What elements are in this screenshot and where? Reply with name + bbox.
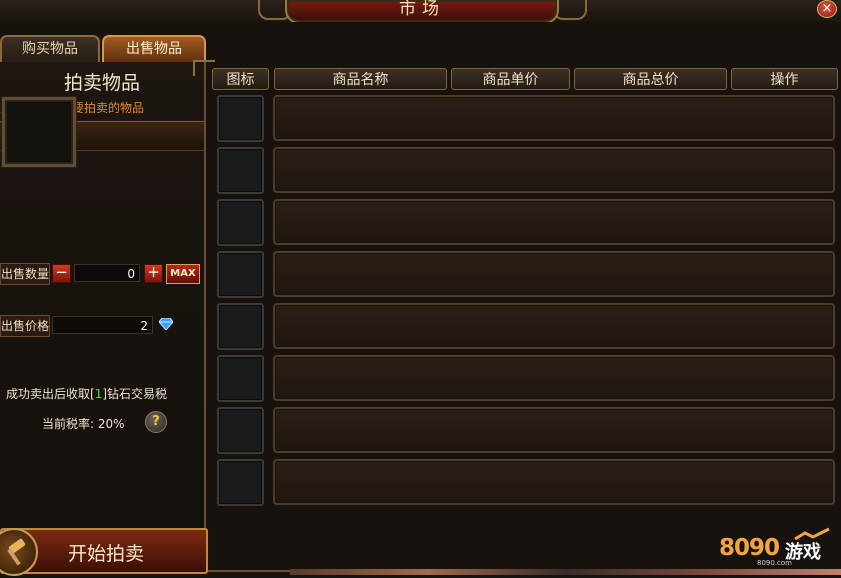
listing-icon-slot[interactable] (217, 303, 264, 350)
gavel-icon (0, 528, 38, 576)
listing-icon-slot[interactable] (217, 95, 264, 142)
start-auction-label: 开始拍卖 (68, 543, 145, 565)
tax-notice: 成功卖出后收取[1]钻石交易税 (6, 385, 167, 402)
tab-buy-items[interactable]: 购买物品 (0, 35, 100, 63)
listing-row[interactable] (273, 147, 835, 193)
tax-suffix: ]钻石交易税 (102, 387, 168, 401)
logo-subtext: 8090.com (757, 559, 792, 567)
window-title: 市场 (399, 0, 445, 19)
quantity-plus-button[interactable]: + (144, 264, 163, 283)
site-logo: 8090 游戏 8090.com (715, 527, 835, 571)
logo-trend-icon (794, 527, 830, 541)
column-header-icon: 图标 (212, 68, 269, 90)
window-title-plate: 市场 (285, 0, 559, 24)
diamond-icon (159, 318, 173, 330)
listing-icon-slot[interactable] (217, 459, 264, 506)
column-header-total-price: 商品总价 (574, 68, 727, 90)
close-button[interactable]: × (817, 0, 837, 18)
window-title-bar: 市场 × (0, 0, 841, 24)
column-header-unit-price: 商品单价 (451, 68, 570, 90)
quantity-label: 出售数量 (0, 263, 50, 285)
tax-rate-text: 当前税率: 20% (42, 417, 125, 431)
listing-row[interactable] (273, 407, 835, 453)
auction-item-slot[interactable] (2, 97, 76, 167)
logo-digits: 8090 (719, 535, 780, 561)
tax-prefix: 成功卖出后收取[ (6, 387, 95, 401)
column-header-action: 操作 (731, 68, 838, 90)
help-icon[interactable]: ? (145, 411, 167, 433)
price-label: 出售价格 (0, 315, 50, 337)
start-auction-button[interactable]: 开始拍卖 (0, 528, 208, 576)
listing-row[interactable] (273, 355, 835, 401)
quantity-minus-button[interactable]: − (52, 264, 71, 283)
listing-row[interactable] (273, 251, 835, 297)
listing-icon-slot[interactable] (217, 251, 264, 298)
quantity-input[interactable]: 0 (74, 264, 140, 282)
listing-icon-slot[interactable] (217, 355, 264, 402)
quantity-max-button[interactable]: MAX (166, 264, 200, 284)
listing-row[interactable] (273, 95, 835, 141)
listing-icon-slot[interactable] (217, 147, 264, 194)
listing-icon-slot[interactable] (217, 407, 264, 454)
listing-row[interactable] (273, 303, 835, 349)
tab-sell-items[interactable]: 出售物品 (102, 35, 206, 63)
listing-icon-slot[interactable] (217, 199, 264, 246)
sell-panel-title: 拍卖物品 (63, 72, 140, 94)
price-input[interactable]: 2 (52, 316, 153, 334)
listing-row[interactable] (273, 459, 835, 505)
background-strip (290, 569, 841, 575)
column-header-name: 商品名称 (274, 68, 447, 90)
listing-row[interactable] (273, 199, 835, 245)
